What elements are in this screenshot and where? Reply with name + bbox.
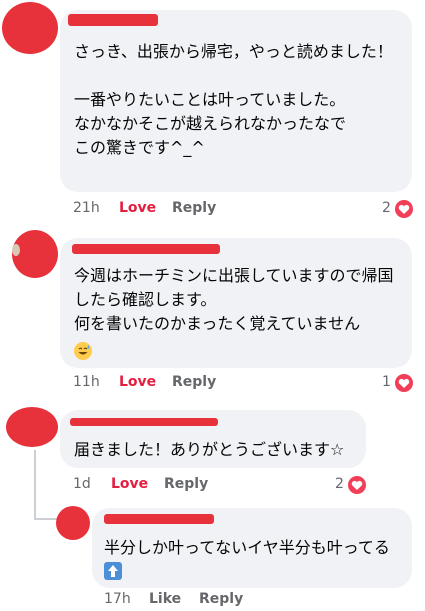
comment-actions: 11h Love Reply xyxy=(73,374,413,394)
reply-button[interactable]: Reply xyxy=(199,591,243,607)
thread-connector-line xyxy=(34,450,36,520)
comment-text: 半分しか叶ってないイヤ半分も叶ってる xyxy=(104,538,390,557)
comment-actions: 1d Love Reply xyxy=(73,476,373,496)
comment-bubble: 届きました！ありがとうございます☆ xyxy=(60,410,366,468)
comment-text: さっき、出張から帰宅，やっと読めました！ 一番やりたいことは叶っていました。 な… xyxy=(74,42,393,157)
redacted-author-name[interactable] xyxy=(72,244,220,254)
avatar[interactable] xyxy=(55,505,91,541)
comment-bubble: 半分しか叶ってないイヤ半分も叶ってる xyxy=(92,508,412,588)
comment-actions: 17h Like Reply xyxy=(104,591,404,611)
smiling-face-with-sweat-emoji xyxy=(74,342,92,360)
comment-timestamp: 17h xyxy=(104,591,131,607)
comment-actions: 21h Love Reply xyxy=(73,200,413,220)
redacted-author-name[interactable] xyxy=(104,514,214,524)
reaction-count: 2 xyxy=(382,200,391,216)
redacted-author-name[interactable] xyxy=(70,418,218,426)
love-button[interactable]: Love xyxy=(111,476,148,492)
avatar[interactable] xyxy=(4,405,62,450)
reaction-count: 2 xyxy=(335,476,344,492)
like-button[interactable]: Like xyxy=(149,591,181,607)
avatar[interactable] xyxy=(10,228,60,280)
love-button[interactable]: Love xyxy=(119,374,156,390)
reply-button[interactable]: Reply xyxy=(172,200,216,216)
reply-button[interactable]: Reply xyxy=(172,374,216,390)
comment-timestamp: 11h xyxy=(73,374,100,390)
love-button[interactable]: Love xyxy=(119,200,156,216)
reply-button[interactable]: Reply xyxy=(164,476,208,492)
comment-bubble: 今週はホーチミンに出張していますので帰国したら確認します。 何を書いたのかまった… xyxy=(60,238,412,368)
avatar[interactable] xyxy=(0,0,60,60)
reaction-count: 1 xyxy=(382,374,391,390)
comment-bubble: さっき、出張から帰宅，やっと読めました！ 一番やりたいことは叶っていました。 な… xyxy=(60,10,412,192)
redacted-author-name[interactable] xyxy=(68,14,158,26)
heart-reaction-icon[interactable] xyxy=(348,476,366,494)
up-arrow-emoji xyxy=(104,562,122,580)
heart-reaction-icon[interactable] xyxy=(395,200,413,218)
comment-text: 届きました！ありがとうございます☆ xyxy=(74,440,345,459)
heart-reaction-icon[interactable] xyxy=(395,374,413,392)
comment-timestamp: 21h xyxy=(73,200,100,216)
comment-text: 今週はホーチミンに出張していますので帰国したら確認します。 何を書いたのかまった… xyxy=(74,266,394,333)
comment-timestamp: 1d xyxy=(73,476,91,492)
